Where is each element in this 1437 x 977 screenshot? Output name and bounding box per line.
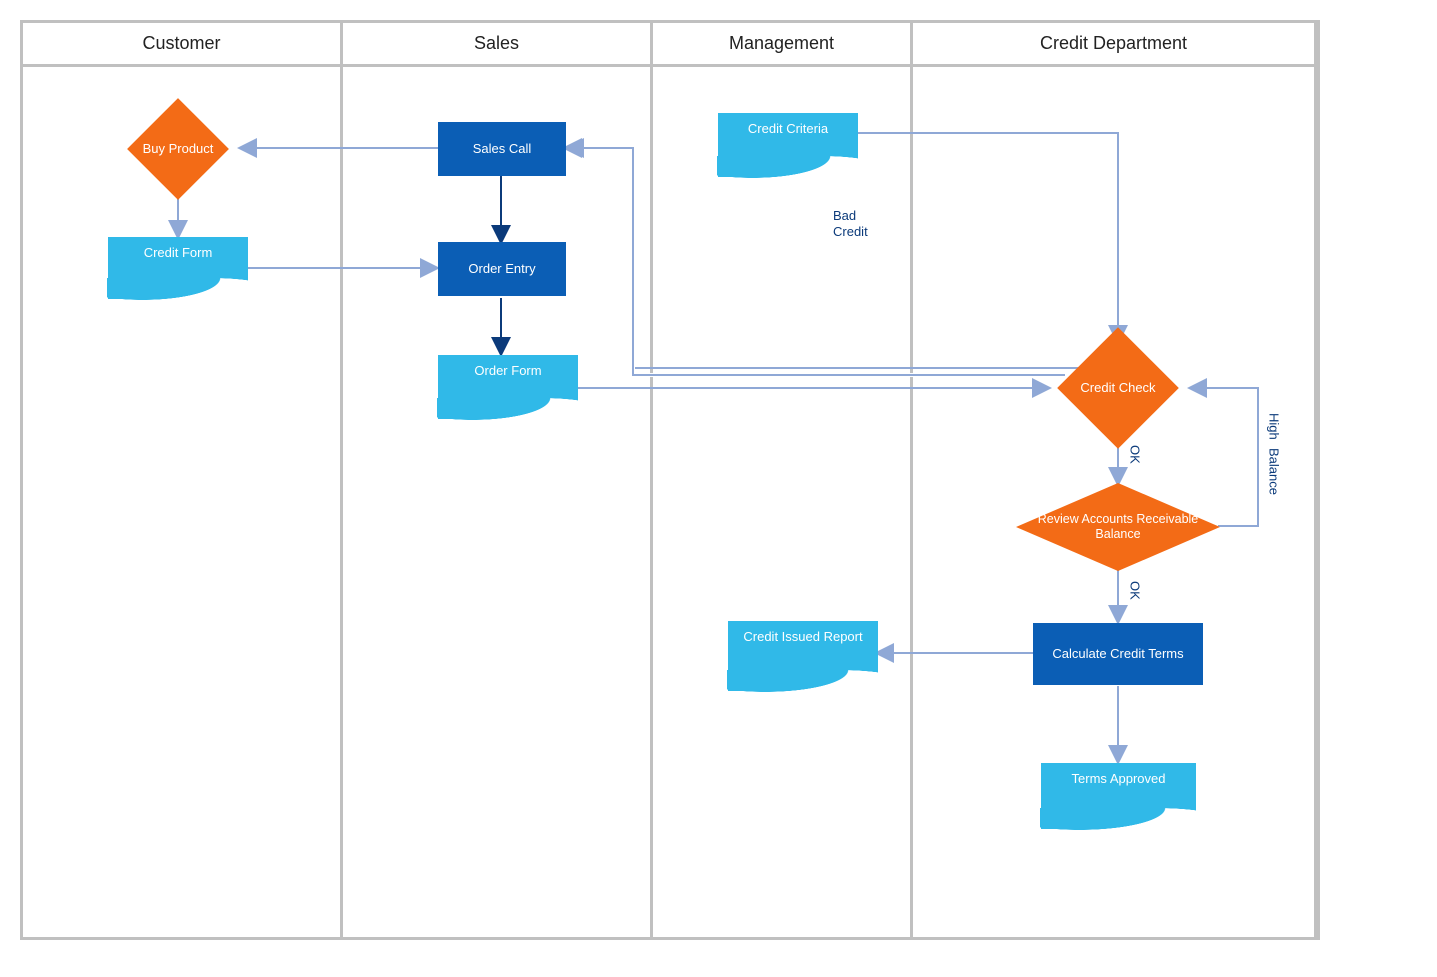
decision-review-accounts: Review Accounts Receivable Balance (1016, 483, 1220, 571)
decision-credit-check: Credit Check (1043, 341, 1193, 435)
process-calculate-terms-label: Calculate Credit Terms (1052, 646, 1183, 662)
lane-header-credit-department: Credit Department (913, 23, 1314, 67)
edge-label-ok-2: OK (1127, 581, 1143, 600)
decision-buy-product: Buy Product (128, 111, 228, 187)
document-credit-form-label: Credit Form (108, 245, 248, 261)
lane-header-sales: Sales (343, 23, 650, 67)
document-credit-criteria: Credit Criteria (718, 113, 858, 177)
document-credit-issued-report-label: Credit Issued Report (728, 629, 878, 645)
edge-label-balance: Balance (1266, 448, 1282, 495)
process-sales-call-label: Sales Call (473, 141, 532, 157)
edge-label-bad-credit: Bad Credit (833, 208, 868, 239)
document-credit-criteria-label: Credit Criteria (718, 121, 858, 137)
document-credit-form: Credit Form (108, 237, 248, 299)
swimlane-diagram: Customer Sales Management Credit Departm… (20, 20, 1320, 940)
decision-credit-check-label: Credit Check (1043, 341, 1193, 435)
edge-label-high: High (1266, 413, 1282, 440)
edge-label-ok-1: OK (1127, 445, 1143, 464)
document-terms-approved-label: Terms Approved (1041, 771, 1196, 787)
decision-review-accounts-label: Review Accounts Receivable Balance (1016, 483, 1220, 571)
edge-label-bad-credit-1: Bad (833, 208, 856, 223)
lane-header-customer: Customer (23, 23, 340, 67)
edge-label-bad-credit-2: Credit (833, 224, 868, 239)
document-credit-issued-report: Credit Issued Report (728, 621, 878, 691)
lane-header-management: Management (653, 23, 910, 67)
process-order-entry-label: Order Entry (468, 261, 535, 277)
decision-buy-product-label: Buy Product (128, 111, 228, 187)
document-terms-approved: Terms Approved (1041, 763, 1196, 829)
document-order-form-label: Order Form (438, 363, 578, 379)
process-calculate-terms: Calculate Credit Terms (1033, 623, 1203, 685)
document-order-form: Order Form (438, 355, 578, 419)
process-order-entry: Order Entry (438, 242, 566, 296)
process-sales-call: Sales Call (438, 122, 566, 176)
